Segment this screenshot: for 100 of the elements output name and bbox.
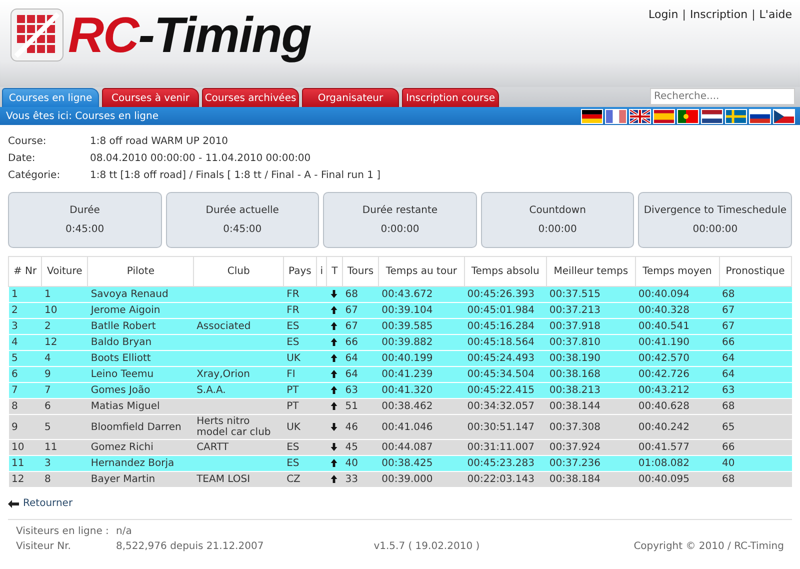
table-cell: 00:45:26.393 — [467, 289, 534, 300]
copyright-text: Copyright © 2010 / RC-Timing — [634, 540, 784, 554]
table-cell: 64 — [722, 369, 735, 380]
table-cell: 00:45:34.504 — [467, 369, 534, 380]
table-cell: 7 — [12, 385, 18, 396]
table-cell: 00:40.094 — [638, 289, 690, 300]
table-cell: 00:30:51.147 — [467, 422, 534, 432]
table-cell: 00:39.104 — [382, 305, 433, 316]
table-cell: 11 — [44, 442, 58, 453]
flag-icon[interactable] — [582, 110, 602, 122]
table-cell: 68 — [345, 289, 358, 300]
table-cell: 33 — [345, 474, 358, 485]
table-cell: 00:45:24.493 — [467, 353, 534, 364]
header-link[interactable]: Inscription — [690, 7, 748, 24]
timer-label: Durée restante — [361, 204, 439, 218]
table-cell: 63 — [722, 385, 735, 396]
up-arrow-icon — [330, 369, 338, 380]
flag-icon[interactable] — [630, 110, 650, 122]
up-arrow-icon — [330, 474, 338, 484]
table-cell: UK — [286, 353, 300, 364]
table-cell: CARTT — [196, 442, 229, 453]
table-cell: 00:45:16.284 — [467, 321, 534, 332]
table-cell: 00:39.882 — [382, 337, 433, 348]
table-cell: 00:38.190 — [549, 353, 600, 364]
header-link[interactable]: L'aide — [759, 7, 792, 24]
table-cell: 67 — [722, 321, 735, 332]
table-cell: Baldo Bryan — [90, 337, 152, 348]
table-cell: 00:38.184 — [549, 474, 600, 485]
timer-label: Countdown — [528, 204, 587, 218]
table-cell: 10 — [44, 305, 58, 316]
table-cell: 00:31:11.007 — [467, 442, 534, 453]
table-cell: FI — [286, 369, 296, 380]
table-cell: FR — [286, 289, 300, 300]
nav-tab[interactable]: Courses archivées — [202, 88, 299, 107]
search-field[interactable]: Recherche.... — [650, 88, 795, 105]
table-cell: 11 — [12, 458, 24, 469]
table-cell: 10 — [12, 442, 24, 453]
timer-label: Durée actuelle — [204, 204, 280, 218]
table-cell: 00:41.320 — [382, 385, 433, 396]
logo-icon — [10, 8, 64, 62]
table-cell: 68 — [722, 474, 735, 485]
table-cell: Batlle Robert — [90, 321, 156, 332]
back-arrow-icon — [8, 500, 19, 508]
table-cell: 5 — [12, 353, 18, 364]
table-cell: 65 — [722, 422, 735, 432]
table-cell: 64 — [345, 353, 358, 364]
timer-value: 0:00:00 — [537, 223, 578, 237]
table-cell: 00:40.328 — [638, 305, 690, 316]
timer-value: 00:00:00 — [692, 223, 739, 237]
nav-tab[interactable]: Inscription course — [402, 88, 499, 107]
table-cell: TEAM LOSI — [196, 474, 250, 485]
flag-icon[interactable] — [654, 110, 674, 122]
table-cell: 2 — [44, 321, 51, 332]
table-cell: Associated — [196, 321, 251, 332]
header-link[interactable]: Login — [648, 7, 678, 24]
footer-label: Visiteurs en ligne : — [16, 525, 110, 539]
table-cell: PT — [286, 401, 299, 412]
table-cell: Jerome Aigoin — [90, 305, 160, 316]
table-cell: 00:41.577 — [638, 442, 690, 453]
timer-label: Divergence to Timeschedule — [642, 204, 788, 218]
table-cell: 45 — [345, 442, 358, 453]
table-cell: 68 — [722, 401, 735, 412]
table-cell: 4 — [44, 353, 51, 364]
flag-icon[interactable] — [702, 110, 722, 122]
table-cell: 00:43.212 — [638, 385, 690, 396]
table-cell: ES — [286, 337, 300, 348]
field-label: Catégorie: — [8, 170, 60, 181]
table-cell: 00:39.585 — [382, 321, 433, 332]
table-cell: 01:08.082 — [638, 458, 690, 469]
table-cell: 00:45:01.984 — [467, 305, 534, 316]
separator: | — [682, 7, 686, 23]
timer-value: 0:45:00 — [64, 223, 106, 237]
table-cell: 00:39.000 — [382, 474, 433, 485]
table-cell: 00:40.628 — [638, 401, 690, 412]
table-cell: 00:37.515 — [549, 289, 600, 300]
flag-icon[interactable] — [774, 110, 794, 122]
table-cell: 40 — [345, 458, 358, 469]
flag-icon[interactable] — [678, 110, 698, 122]
table-cell: 00:40.199 — [382, 353, 433, 364]
up-arrow-icon — [330, 321, 338, 332]
table-cell: Xray,Orion — [196, 369, 250, 380]
table-cell: 67 — [345, 305, 358, 316]
nav-tab[interactable]: Organisateur — [302, 88, 399, 107]
table-cell: 3 — [12, 321, 18, 332]
footer-label: Visiteur Nr. — [16, 540, 72, 554]
up-arrow-icon — [330, 385, 338, 396]
field-value: 1:8 off road WARM UP 2010 — [90, 136, 228, 147]
table-cell: 6 — [44, 401, 51, 412]
table-cell: FR — [286, 305, 300, 316]
table-cell: 00:45:18.564 — [467, 337, 534, 348]
back-link[interactable]: Retourner — [23, 496, 73, 511]
table-cell: S.A.A. — [196, 385, 226, 396]
nav-tab[interactable]: Courses en ligne — [2, 88, 99, 107]
up-arrow-icon — [330, 337, 338, 348]
flag-icon[interactable] — [750, 110, 770, 122]
table-cell: ES — [286, 458, 300, 469]
table-cell: 00:45:23.283 — [467, 458, 534, 469]
table-cell: 66 — [722, 337, 735, 348]
field-label: Course: — [8, 136, 46, 147]
nav-tab[interactable]: Courses à venir — [102, 88, 199, 107]
